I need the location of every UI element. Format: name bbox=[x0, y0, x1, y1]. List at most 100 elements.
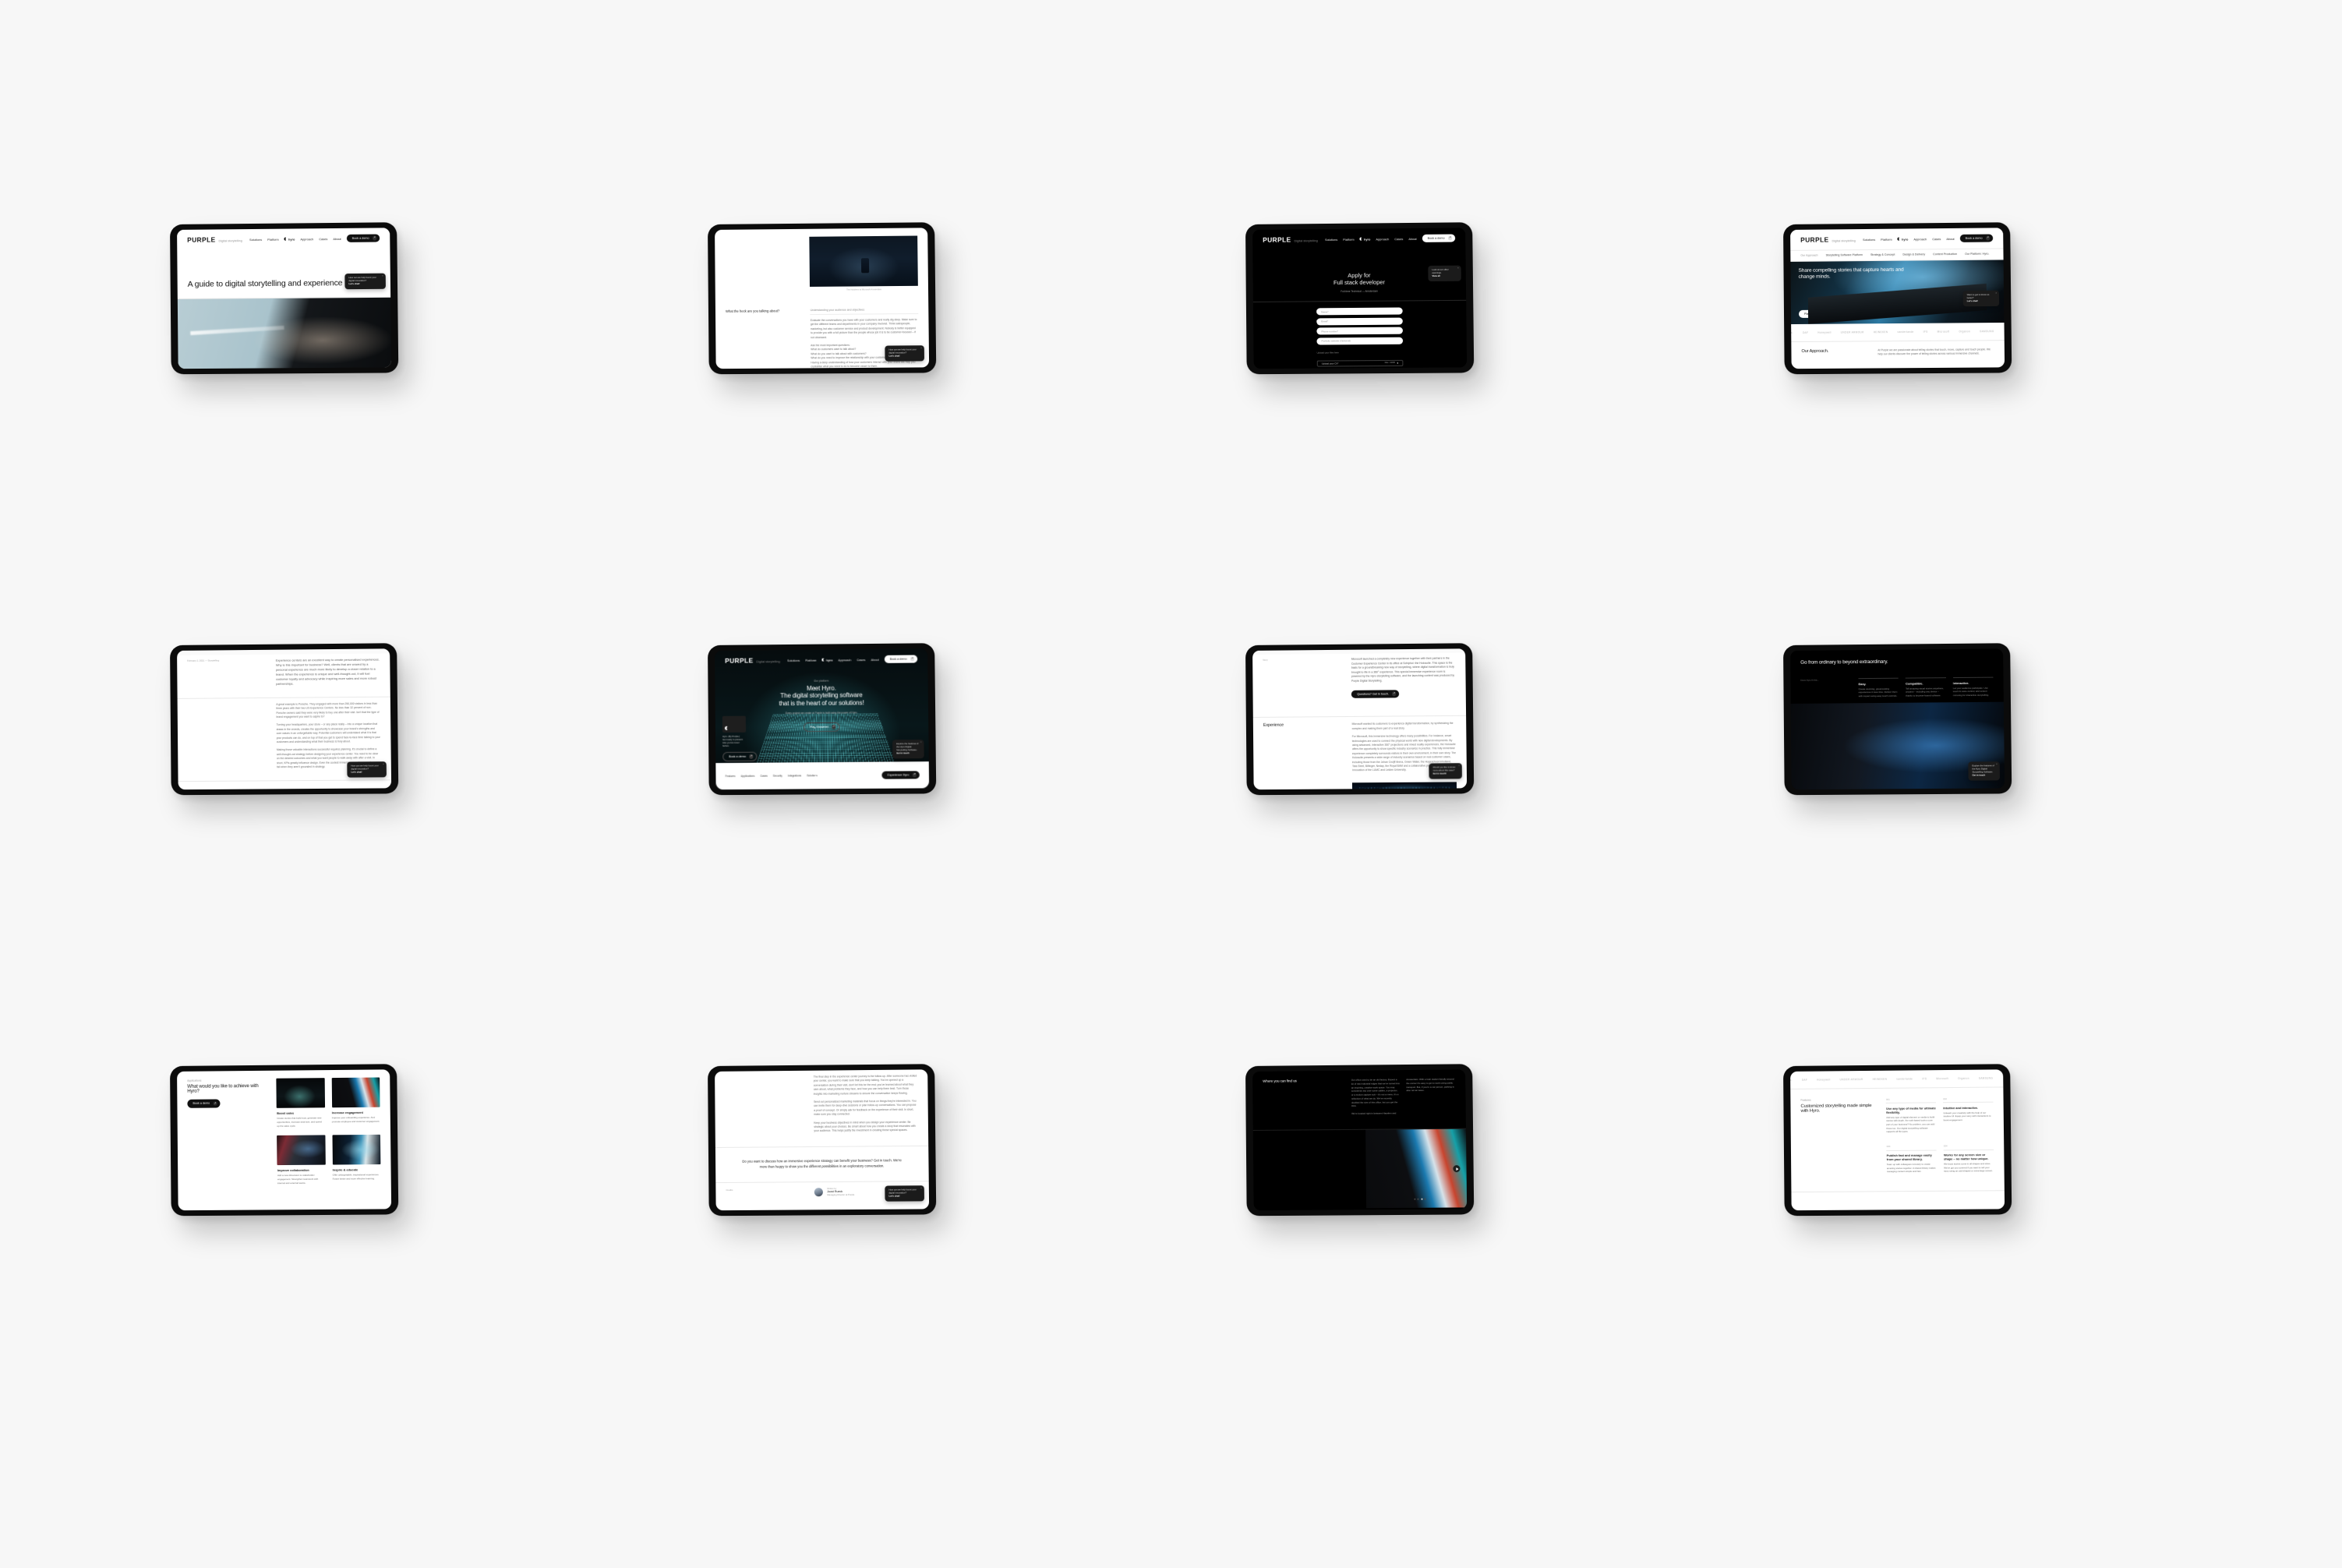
subnav-content-production[interactable]: Content Production bbox=[1933, 253, 1957, 256]
close-icon[interactable]: × bbox=[920, 347, 922, 350]
play-showreel-button[interactable]: Play Showreel ↗ bbox=[804, 722, 840, 733]
feature-column: Easy. Create stunning, great-looking exp… bbox=[1858, 677, 1899, 699]
subnav-design-delivery[interactable]: Design & Delivery bbox=[1902, 253, 1925, 256]
carousel-image[interactable] bbox=[1365, 1128, 1468, 1209]
close-icon[interactable]: × bbox=[382, 275, 383, 278]
book-a-demo-button[interactable]: Book a demo ↗ bbox=[722, 751, 758, 762]
get-in-touch-button[interactable]: Questions? Get in touch. ↗ bbox=[1351, 689, 1400, 698]
close-icon[interactable]: × bbox=[383, 763, 384, 766]
book-a-demo-button[interactable]: Book a demo ↗ bbox=[1959, 234, 1994, 243]
phone-field[interactable]: Phone number* bbox=[1316, 327, 1403, 335]
close-icon[interactable]: × bbox=[1996, 763, 1998, 766]
brand-logo[interactable]: PURPLE Digital storytelling bbox=[187, 235, 242, 243]
section-title: Where you can find us bbox=[1263, 1079, 1297, 1083]
book-a-demo-button[interactable]: Book a demo ↗ bbox=[1422, 234, 1456, 243]
nav-item-solutions[interactable]: Solutions bbox=[787, 658, 800, 662]
nav-item-approach[interactable]: Approach bbox=[1376, 237, 1389, 241]
name-field[interactable]: Name* bbox=[1316, 307, 1403, 316]
nav-item-hyro[interactable]: hyro bbox=[284, 237, 295, 241]
carousel-dot[interactable] bbox=[1424, 1198, 1426, 1200]
brand-logo[interactable]: PURPLE Digital storytelling bbox=[725, 656, 780, 664]
book-a-demo-button[interactable]: Book a demo ↗ bbox=[346, 234, 380, 243]
moon-icon bbox=[1897, 237, 1901, 241]
nav-item-platform[interactable]: Platform bbox=[1343, 237, 1355, 241]
bottomnav-solutions[interactable]: Solutions bbox=[807, 774, 818, 777]
application-card[interactable]: Increase engagement Improve your onboard… bbox=[331, 1077, 380, 1127]
brand-logo[interactable]: PURPLE Digital storytelling bbox=[1800, 235, 1856, 243]
nav-item-cases[interactable]: Cases bbox=[1394, 237, 1403, 241]
subnav-hyro[interactable]: Our Platform: Hyro. bbox=[1965, 253, 1989, 256]
subnav-strategy-concept[interactable]: Strategy & Concept bbox=[1870, 253, 1895, 256]
application-card[interactable]: Inspire & educate Offer unforgettable, i… bbox=[332, 1134, 381, 1185]
case-video-thumbnail[interactable] bbox=[1352, 782, 1457, 790]
upload-cv-button[interactable]: Upload your CV* Max. 10MB ⬆ bbox=[1316, 359, 1404, 367]
nav-item-platform[interactable]: Platform bbox=[1881, 237, 1892, 241]
chat-widget-jobs[interactable]: × Look at our other openings. View all bbox=[1428, 265, 1461, 282]
subnav-our-approach[interactable]: Our Approach bbox=[1800, 254, 1817, 257]
nav-item-approach[interactable]: Approach bbox=[300, 237, 313, 241]
nav-item-solutions[interactable]: Solutions bbox=[1325, 237, 1337, 241]
nav-item-cases[interactable]: Cases bbox=[1932, 237, 1941, 241]
nav-item-cases[interactable]: Cases bbox=[857, 658, 865, 662]
experience-hyro-button[interactable]: Experience Hyro ↗ bbox=[881, 771, 920, 779]
screen-article-body: February 2, 2021 — Storytelling Experien… bbox=[177, 648, 392, 790]
nav-item-about[interactable]: About bbox=[1408, 236, 1416, 240]
nav-item-about[interactable]: About bbox=[1946, 236, 1954, 240]
nav-item-about[interactable]: About bbox=[333, 236, 341, 240]
feature-column: Interactive. Let your audience participa… bbox=[1952, 676, 1994, 698]
nav-item-hyro[interactable]: hyro bbox=[1359, 237, 1370, 241]
close-icon[interactable]: × bbox=[920, 1187, 922, 1190]
chat-widget-hyro[interactable]: × Explore the features of the Hyro Digit… bbox=[1968, 761, 2000, 781]
close-icon[interactable]: × bbox=[1995, 292, 1997, 295]
partner-logos: We're proud to partner with: DAF Honeywe… bbox=[1790, 1069, 2003, 1089]
nav-item-approach[interactable]: Approach bbox=[1913, 237, 1927, 241]
nav-item-solutions[interactable]: Solutions bbox=[249, 237, 262, 241]
credits-label: Credits bbox=[726, 1188, 733, 1192]
hyro-preview-card[interactable] bbox=[722, 715, 747, 733]
nav-item-approach[interactable]: Approach bbox=[838, 658, 851, 662]
carousel-dot-active[interactable] bbox=[1420, 1198, 1423, 1200]
upload-label: Upload your files here bbox=[1316, 351, 1339, 355]
chat-widget-hyro[interactable]: × Explore the features of the Hyro Digit… bbox=[892, 739, 924, 759]
book-a-demo-button[interactable]: Book a demo ↗ bbox=[187, 1099, 221, 1108]
article-paragraph: Turning your headquarters, your store – … bbox=[276, 722, 380, 744]
chat-widget-case[interactable]: × Would you like to know more about this… bbox=[1429, 762, 1462, 779]
nav-item-hyro[interactable]: hyro bbox=[821, 658, 832, 662]
nav-item-platform[interactable]: Platform bbox=[267, 237, 279, 241]
carousel-dot[interactable] bbox=[1413, 1198, 1415, 1200]
chat-widget[interactable]: × How can we help boost your digital inn… bbox=[885, 1185, 924, 1202]
moon-icon bbox=[284, 237, 288, 241]
article-paragraph: The final step in the experience center … bbox=[813, 1074, 917, 1096]
chat-widget[interactable]: × How can we help boost your digital inn… bbox=[347, 761, 387, 778]
close-icon[interactable]: × bbox=[1458, 765, 1460, 768]
play-showreel-button[interactable]: Play Showreel ↗ bbox=[1798, 309, 1834, 318]
carousel-dot[interactable] bbox=[1417, 1198, 1419, 1200]
chat-widget[interactable]: × How can we help boost your digital inn… bbox=[885, 344, 924, 362]
subnav-storytelling-platform[interactable]: Storytelling Software Platform bbox=[1826, 253, 1863, 256]
portfolio-field[interactable]: Portfolio website (Optional) bbox=[1316, 337, 1404, 345]
close-icon[interactable]: × bbox=[1457, 267, 1459, 270]
nav-item-solutions[interactable]: Solutions bbox=[1863, 237, 1875, 241]
brand-logo[interactable]: PURPLE Digital storytelling bbox=[1263, 235, 1318, 243]
application-card[interactable]: Improve collaboration Add a new dimensio… bbox=[277, 1135, 326, 1185]
play-icon[interactable] bbox=[1453, 1165, 1461, 1173]
book-a-demo-button[interactable]: Book a demo ↗ bbox=[884, 655, 918, 664]
chat-widget-know-us[interactable]: × Want to get to know us better? Let's c… bbox=[1962, 290, 2000, 307]
bottomnav-cases[interactable]: Cases bbox=[760, 775, 767, 778]
nav-item-platform[interactable]: Platform bbox=[805, 658, 817, 662]
section-body: At Purple we are passionate about tellin… bbox=[1877, 347, 1991, 356]
nav-item-hyro[interactable]: hyro bbox=[1897, 237, 1908, 241]
carousel-dots[interactable] bbox=[1413, 1198, 1426, 1200]
bottomnav-integrations[interactable]: Integrations bbox=[788, 774, 801, 777]
partner-logo-under-armour: UNDER ARMOUR bbox=[1839, 1078, 1863, 1082]
upload-motivation-button[interactable]: Upload your Letter of MotivationMax. 10M… bbox=[1316, 368, 1404, 369]
nav-item-cases[interactable]: Cases bbox=[319, 237, 327, 241]
bottomnav-security[interactable]: Security bbox=[773, 775, 782, 778]
email-field[interactable]: Email* bbox=[1316, 317, 1403, 326]
chat-widget[interactable]: × How can we help boost your digital inn… bbox=[344, 273, 386, 290]
close-icon[interactable]: × bbox=[920, 741, 922, 744]
application-card[interactable]: Boost sales Create stories that build tr… bbox=[276, 1078, 325, 1128]
bottomnav-applications[interactable]: Applications bbox=[741, 775, 755, 778]
bottomnav-features[interactable]: Features bbox=[725, 775, 735, 778]
nav-item-about[interactable]: About bbox=[871, 657, 878, 661]
